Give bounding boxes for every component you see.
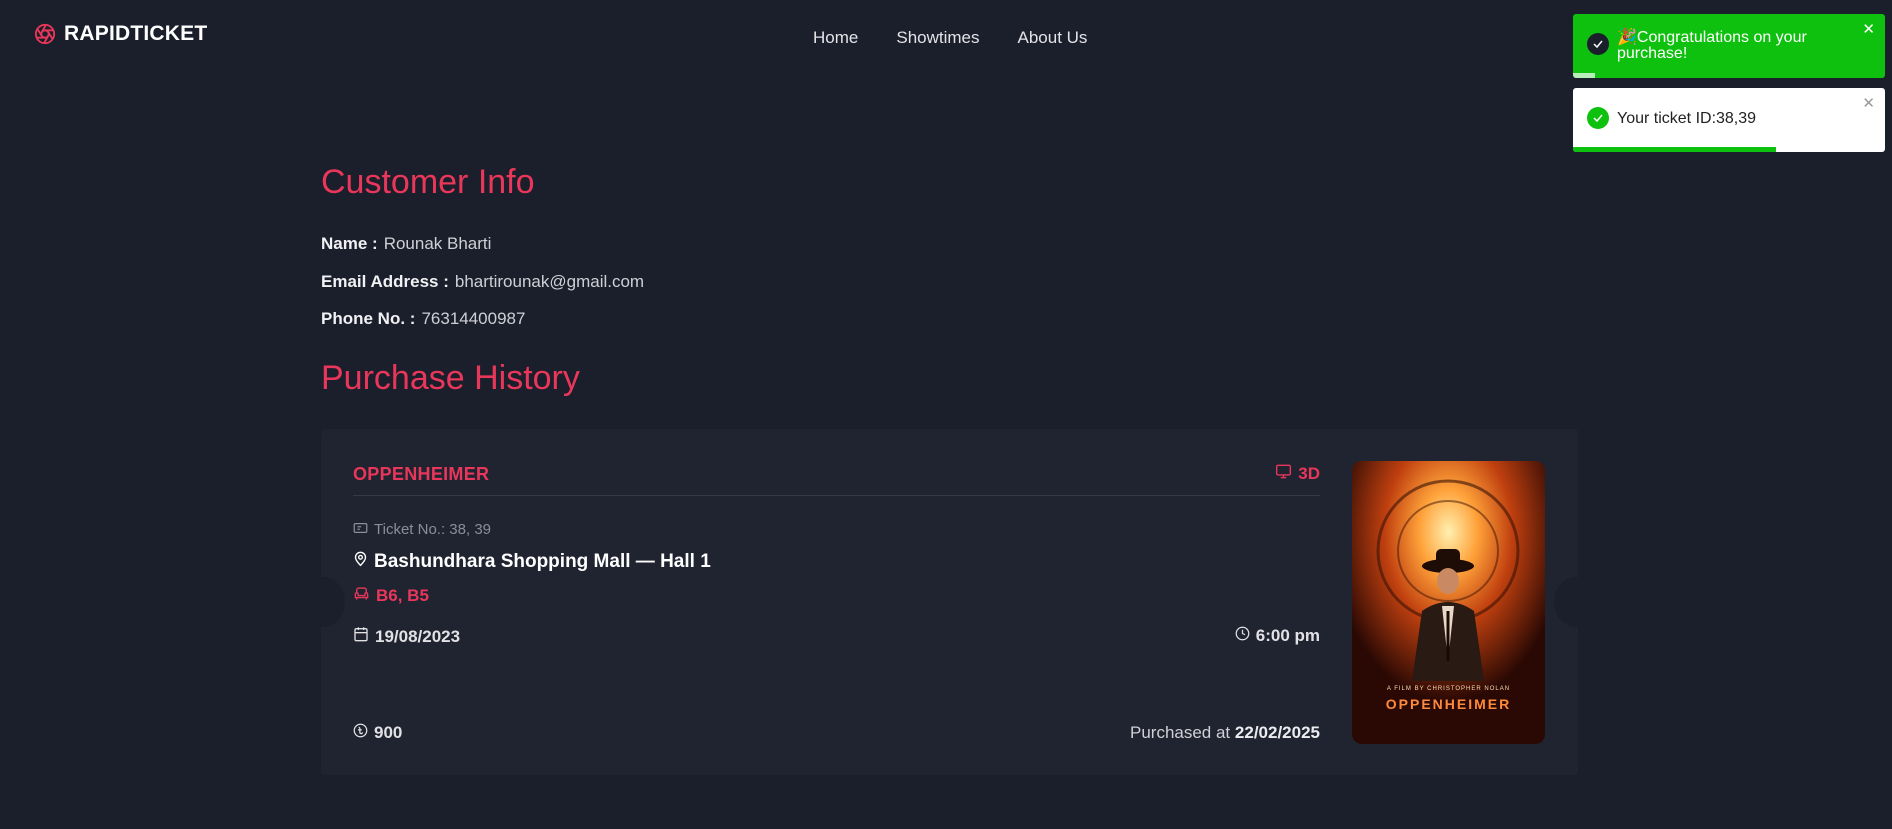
poster-title: OPPENHEIMER <box>1385 696 1512 712</box>
toast-success[interactable]: 🎉Congratulations on your purchase! ✕ <box>1573 14 1885 78</box>
taka-coin-icon <box>353 723 368 743</box>
customer-phone-row: Phone No. : 76314400987 <box>321 309 525 329</box>
customer-phone: 76314400987 <box>421 309 526 328</box>
toast-ticket-id[interactable]: Your ticket ID:38,39 ✕ <box>1573 88 1885 152</box>
calendar-icon <box>353 626 369 647</box>
ticket-number: Ticket No.: 38, 39 <box>353 521 491 538</box>
format-label: 3D <box>1298 464 1320 483</box>
check-circle-icon <box>1587 107 1609 129</box>
nav-showtimes-link[interactable]: Showtimes <box>896 28 979 48</box>
customer-email-row: Email Address : bhartirounak@gmail.com <box>321 272 644 292</box>
customer-name-row: Name : Rounak Bharti <box>321 234 491 254</box>
customer-name: Rounak Bharti <box>383 234 492 253</box>
customer-email: bhartirounak@gmail.com <box>454 272 645 291</box>
purchased-label: Purchased at <box>1129 723 1231 742</box>
poster-credit: A FILM BY CHRISTOPHER NOLAN <box>1386 686 1511 692</box>
nav-about-link[interactable]: About Us <box>1018 28 1088 48</box>
purchase-card[interactable]: OPPENHEIMER 3D Ticket No.: 38, 39 Bashun… <box>301 429 1598 775</box>
seat-numbers: B6, B5 <box>376 586 429 605</box>
customer-info-title: Customer Info <box>321 163 535 201</box>
brand-logo[interactable]: RAPIDTICKET <box>34 22 207 46</box>
show-time: 6:00 pm <box>1235 626 1320 646</box>
movie-title: OPPENHEIMER <box>353 464 490 484</box>
monitor-icon <box>1275 464 1292 484</box>
show-date: 19/08/2023 <box>353 626 460 647</box>
format-badge: 3D <box>1275 464 1320 484</box>
ticket-number-text: Ticket No.: 38, 39 <box>374 521 491 538</box>
ticket-icon <box>353 521 368 538</box>
nav-home-link[interactable]: Home <box>813 28 858 48</box>
main-nav: Home Showtimes About Us <box>813 28 1087 48</box>
ticket-notch-left <box>301 577 345 627</box>
brand-name: RAPIDTICKET <box>64 22 208 45</box>
email-label: Email Address : <box>321 272 449 291</box>
toast-message: Your ticket ID:38,39 <box>1617 110 1757 127</box>
seats: B6, B5 <box>353 586 429 606</box>
map-pin-icon <box>353 550 368 573</box>
aperture-icon <box>34 23 56 45</box>
ticket-notch-right <box>1554 577 1598 627</box>
toast-progress-bar <box>1573 73 1595 78</box>
movie-poster[interactable]: A FILM BY CHRISTOPHER NOLAN OPPENHEIMER <box>1352 461 1545 744</box>
clock-icon <box>1235 626 1250 646</box>
phone-label: Phone No. : <box>321 309 416 328</box>
armchair-icon <box>353 586 370 606</box>
check-circle-icon <box>1587 33 1609 55</box>
show-time-text: 6:00 pm <box>1255 626 1320 645</box>
close-icon[interactable]: ✕ <box>1862 20 1875 38</box>
purchased-at: Purchased at 22/02/2025 <box>1130 723 1320 743</box>
price-amount: 900 <box>374 723 403 742</box>
venue: Bashundhara Shopping Mall — Hall 1 <box>353 550 711 573</box>
venue-name: Bashundhara Shopping Mall — Hall 1 <box>374 550 711 572</box>
purchase-history-title: Purchase History <box>321 359 580 397</box>
toast-progress-bar <box>1573 147 1776 152</box>
price: 900 <box>353 723 402 743</box>
show-date-text: 19/08/2023 <box>375 626 461 646</box>
card-divider <box>353 495 1320 496</box>
name-label: Name : <box>321 234 378 253</box>
close-icon[interactable]: ✕ <box>1862 94 1875 112</box>
toast-message: 🎉Congratulations on your purchase! <box>1617 29 1807 62</box>
purchased-date: 22/02/2025 <box>1234 723 1320 742</box>
